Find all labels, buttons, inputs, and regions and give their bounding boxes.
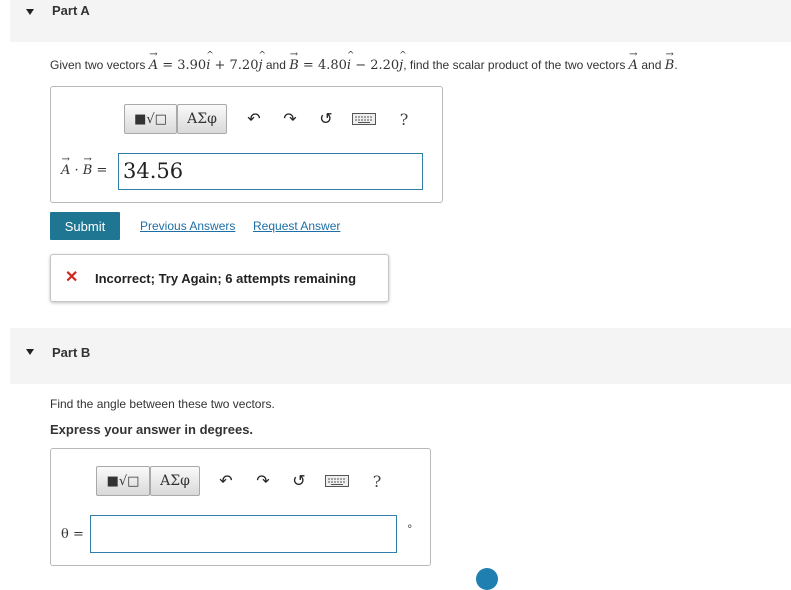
part-b-answer-panel: ■√□ ΑΣφ ↶ ↷ ↺ ? θ = ° [50, 448, 431, 566]
degree-unit: ° [407, 523, 413, 536]
redo-icon[interactable]: ↷ [252, 470, 274, 492]
part-a-answer-input[interactable]: 34.56 [118, 153, 423, 190]
part-a-answer-panel: ■√□ ΑΣφ ↶ ↷ ↺ ? A · B = 34.56 [50, 86, 443, 203]
keyboard-icon[interactable] [323, 470, 351, 492]
symbols-button[interactable]: ΑΣφ [150, 466, 200, 496]
keyboard-icon[interactable] [350, 108, 378, 130]
part-b-question: Find the angle between these two vectors… [50, 397, 275, 411]
submit-button[interactable]: Submit [50, 212, 120, 240]
part-b-answer-input[interactable] [90, 515, 397, 553]
part-b-title: Part B [52, 345, 91, 360]
request-answer-link[interactable]: Request Answer [253, 219, 340, 233]
part-a-statement: Given two vectors A = 3.90i + 7.20j and … [50, 49, 678, 73]
incorrect-x-icon: ✕ [65, 269, 79, 286]
answer-label-a-dot-b: A · B = [61, 154, 107, 178]
help-icon[interactable]: ? [393, 108, 415, 130]
templates-button[interactable]: ■√□ [124, 104, 177, 134]
feedback-message: Incorrect; Try Again; 6 attempts remaini… [95, 271, 357, 286]
reset-icon[interactable]: ↺ [315, 108, 337, 130]
help-icon[interactable]: ? [366, 470, 388, 492]
reset-icon[interactable]: ↺ [288, 470, 310, 492]
undo-icon[interactable]: ↶ [243, 108, 265, 130]
part-b-instruction: Express your answer in degrees. [50, 422, 254, 437]
answer-label-theta: θ = [61, 527, 84, 542]
part-b-header[interactable]: Part B [10, 328, 791, 384]
part-a-title: Part A [52, 3, 90, 18]
undo-icon[interactable]: ↶ [215, 470, 237, 492]
templates-button[interactable]: ■√□ [96, 466, 150, 496]
redo-icon[interactable]: ↷ [279, 108, 301, 130]
symbols-button[interactable]: ΑΣφ [177, 104, 227, 134]
scroll-indicator[interactable] [476, 568, 498, 590]
collapse-caret-icon[interactable] [26, 9, 34, 15]
feedback-box: ✕ Incorrect; Try Again; 6 attempts remai… [50, 254, 389, 302]
part-a-header[interactable]: Part A [10, 0, 791, 42]
previous-answers-link[interactable]: Previous Answers [140, 219, 235, 233]
vector-b: B [289, 49, 299, 73]
vector-a: A [149, 49, 159, 73]
collapse-caret-icon[interactable] [26, 349, 34, 355]
